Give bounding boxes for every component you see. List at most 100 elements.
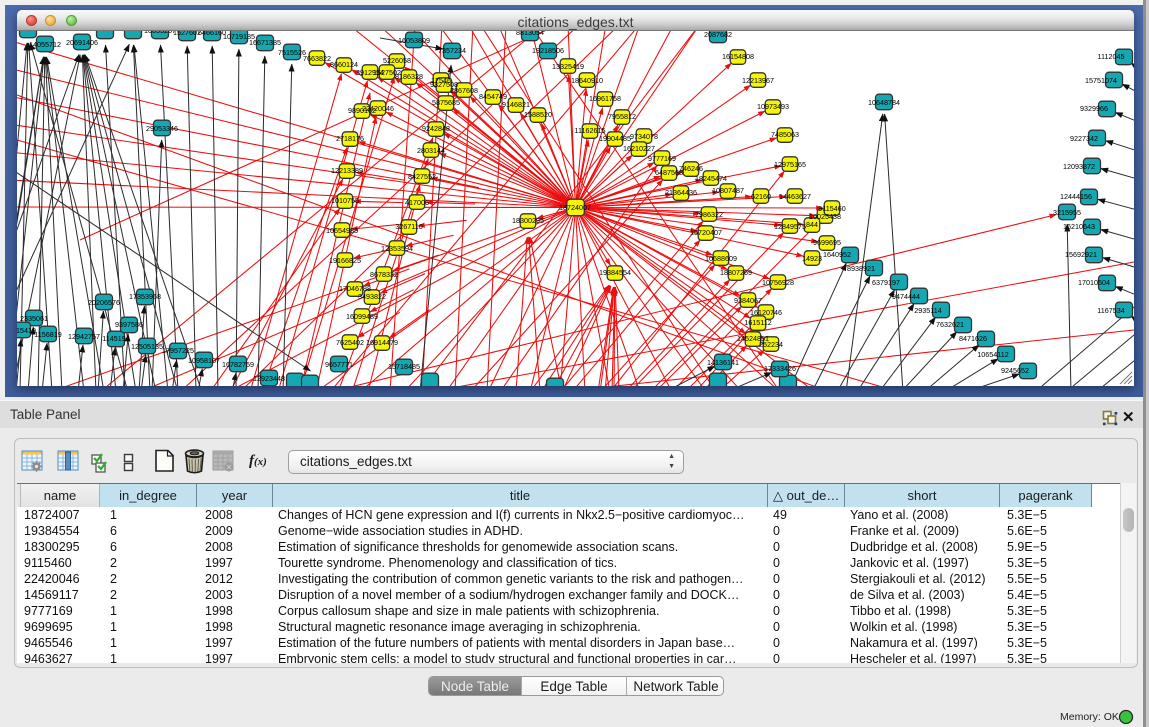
svg-text:3215955: 3215955	[1053, 208, 1081, 217]
svg-text:15692921: 15692921	[1065, 250, 1097, 259]
svg-text:10807487: 10807487	[712, 186, 744, 195]
svg-text:12942757: 12942757	[68, 332, 100, 341]
svg-text:1615112: 1615112	[744, 318, 771, 327]
svg-text:7625402: 7625402	[336, 338, 364, 347]
svg-text:8186328: 8186328	[395, 72, 423, 81]
svg-text:10958107: 10958107	[188, 356, 220, 365]
svg-text:2087682: 2087682	[704, 31, 732, 39]
svg-text:417006: 417006	[405, 198, 429, 207]
svg-text:17957225: 17957225	[162, 346, 194, 355]
svg-text:18724007: 18724007	[559, 203, 591, 212]
svg-text:1588520: 1588520	[524, 110, 552, 119]
svg-text:15718485: 15718485	[388, 362, 420, 371]
svg-text:12923448: 12923448	[253, 374, 285, 383]
svg-text:12505135: 12505135	[131, 342, 163, 351]
svg-text:9384067: 9384067	[734, 296, 762, 305]
svg-text:12849575: 12849575	[774, 222, 806, 231]
svg-text:12353594: 12353594	[381, 244, 413, 253]
svg-text:16154808: 16154808	[722, 52, 754, 61]
svg-text:1156819: 1156819	[34, 330, 61, 339]
svg-text:1112045: 1112045	[1098, 52, 1125, 61]
svg-text:8427552: 8427552	[408, 172, 436, 181]
svg-text:9146821: 9146821	[502, 100, 530, 109]
svg-text:10654112: 10654112	[977, 350, 1008, 359]
svg-text:12093872: 12093872	[1063, 162, 1095, 171]
svg-text:12444156: 12444156	[1060, 192, 1092, 201]
svg-text:22420046: 22420046	[362, 104, 394, 113]
svg-text:14136141: 14136141	[707, 358, 739, 367]
svg-text:16671385: 16671385	[249, 38, 281, 47]
svg-text:19166825: 19166825	[329, 256, 361, 265]
svg-text:2718176: 2718176	[336, 134, 364, 143]
svg-text:14055712: 14055712	[29, 40, 61, 49]
svg-text:10756928: 10756928	[762, 278, 794, 287]
svg-text:18807269: 18807269	[720, 268, 752, 277]
svg-text:6466160: 6466160	[198, 31, 226, 37]
svg-text:20206576: 20206576	[88, 298, 120, 307]
svg-text:62160: 62160	[751, 192, 771, 201]
svg-text:18245474: 18245474	[695, 174, 727, 183]
svg-text:6379197: 6379197	[872, 278, 900, 287]
svg-text:7955812: 7955812	[608, 112, 636, 121]
svg-text:8938921: 8938921	[847, 264, 875, 273]
svg-text:8813054: 8813054	[516, 31, 544, 37]
svg-text:5875685: 5875685	[432, 98, 460, 107]
svg-text:252234: 252234	[759, 340, 783, 349]
svg-text:20691406: 20691406	[66, 38, 98, 47]
svg-text:15751074: 15751074	[1085, 76, 1117, 85]
svg-text:7663822: 7663822	[303, 54, 331, 63]
svg-text:7485063: 7485063	[771, 130, 799, 139]
svg-text:9657771: 9657771	[325, 360, 353, 369]
svg-text:7515526: 7515526	[278, 48, 306, 57]
svg-text:1010755: 1010755	[331, 196, 359, 205]
svg-text:2803144: 2803144	[417, 146, 445, 155]
svg-text:5226058: 5226058	[383, 56, 411, 65]
svg-text:19904485: 19904485	[599, 134, 631, 143]
svg-text:10654983: 10654983	[326, 226, 358, 235]
svg-text:16099489: 16099489	[346, 312, 378, 321]
svg-text:18300295: 18300295	[512, 216, 544, 225]
svg-text:16914479: 16914479	[366, 338, 398, 347]
svg-text:3915419: 3915419	[17, 326, 36, 335]
svg-text:19384554: 19384554	[599, 268, 631, 277]
svg-text:2867608: 2867608	[450, 86, 478, 95]
svg-text:14923: 14923	[802, 254, 822, 263]
svg-text:746246: 746246	[679, 164, 703, 173]
svg-text:10973493: 10973493	[757, 102, 789, 111]
svg-text:8660124: 8660124	[330, 60, 358, 69]
svg-text:9245652: 9245652	[1001, 366, 1029, 375]
svg-text:3493822: 3493822	[358, 292, 386, 301]
svg-text:16120746: 16120746	[750, 308, 782, 317]
svg-text:7986322: 7986322	[695, 210, 723, 219]
svg-text:9734078: 9734078	[630, 132, 658, 141]
svg-text:1640952: 1640952	[823, 250, 851, 259]
svg-text:2935114: 2935114	[914, 306, 941, 315]
svg-text:17333426: 17333426	[764, 364, 796, 373]
svg-text:9699695: 9699695	[813, 238, 841, 247]
svg-text:16210227: 16210227	[623, 144, 655, 153]
svg-text:1145194: 1145194	[102, 334, 129, 343]
svg-text:8471626: 8471626	[959, 334, 987, 343]
svg-text:18640910: 18640910	[571, 76, 603, 85]
svg-text:17010504: 17010504	[1078, 278, 1110, 287]
svg-text:14463627: 14463627	[779, 192, 811, 201]
svg-text:29053346: 29053346	[146, 124, 178, 133]
svg-text:9777169: 9777169	[648, 154, 676, 163]
svg-text:9329966: 9329966	[1080, 104, 1108, 113]
svg-text:7632621: 7632621	[936, 320, 964, 329]
svg-text:9397586: 9397586	[115, 320, 143, 329]
svg-text:16210643: 16210643	[1063, 222, 1095, 231]
svg-text:9227342: 9227342	[1070, 134, 1098, 143]
svg-text:9242848: 9242848	[422, 124, 450, 133]
svg-text:15720407: 15720407	[690, 228, 722, 237]
svg-text:19218506: 19218506	[532, 46, 564, 55]
svg-text:10688609: 10688609	[705, 254, 737, 263]
svg-text:3267110: 3267110	[395, 222, 422, 231]
svg-text:12213967: 12213967	[742, 76, 774, 85]
svg-text:9474444: 9474444	[892, 292, 920, 301]
svg-text:16053809: 16053809	[398, 36, 430, 45]
svg-text:1527602: 1527602	[173, 31, 201, 37]
svg-text:21364436: 21364436	[665, 188, 697, 197]
svg-text:17353968: 17353968	[129, 292, 161, 301]
svg-text:12213389: 12213389	[331, 166, 363, 175]
